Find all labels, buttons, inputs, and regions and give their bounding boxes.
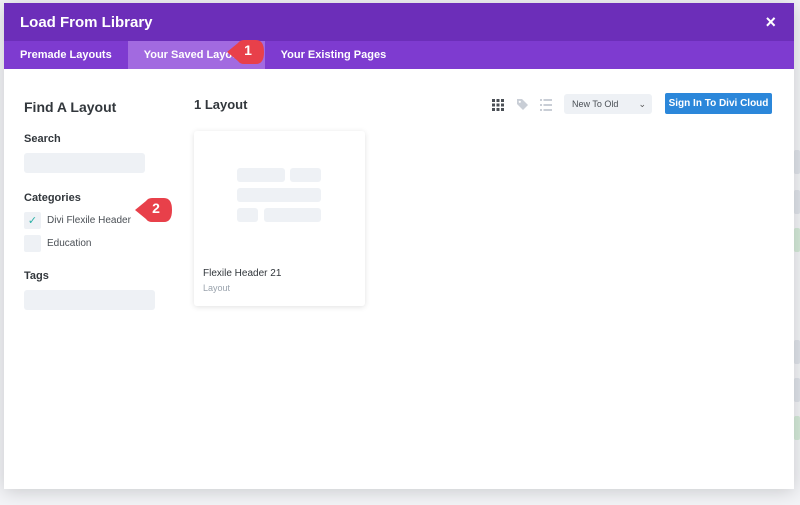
- tags-input[interactable]: [24, 290, 155, 310]
- search-label: Search: [24, 133, 61, 145]
- modal-title: Load From Library: [20, 13, 153, 31]
- sign-in-divi-cloud-button[interactable]: Sign In To Divi Cloud: [665, 93, 772, 114]
- list-view-icon[interactable]: [540, 99, 552, 111]
- background-strip: [794, 228, 800, 252]
- callout-number: 1: [244, 42, 252, 58]
- background-strip: [794, 416, 800, 440]
- background-strip: [794, 150, 800, 174]
- tab-premade-layouts[interactable]: Premade Layouts: [4, 41, 128, 69]
- layout-thumbnail: [194, 131, 365, 256]
- modal-header: Load From Library ×: [4, 3, 794, 41]
- tags-label: Tags: [24, 270, 49, 282]
- close-icon[interactable]: ×: [765, 13, 776, 31]
- category-checkbox[interactable]: [24, 235, 41, 252]
- background-strip: [794, 378, 800, 402]
- layout-count: 1 Layout: [194, 97, 248, 112]
- checkmark-icon: ✓: [27, 215, 38, 227]
- background-strip: [794, 190, 800, 214]
- library-modal: Load From Library × Premade Layouts Your…: [4, 3, 794, 489]
- tab-your-existing-pages[interactable]: Your Existing Pages: [265, 41, 403, 69]
- callout-marker: 2: [132, 196, 172, 222]
- placeholder-block: [264, 208, 321, 222]
- callout-number: 2: [152, 200, 160, 216]
- tag-icon[interactable]: [516, 98, 529, 111]
- modal-body: Find A Layout Search Categories ✓ Divi F…: [4, 69, 794, 489]
- sort-select-value: New To Old: [572, 99, 619, 109]
- chevron-down-icon: ⌄: [638, 98, 646, 109]
- category-label: Education: [47, 238, 92, 249]
- sidebar-title: Find A Layout: [24, 99, 117, 115]
- placeholder-block: [237, 208, 258, 222]
- callout-marker: 1: [224, 38, 264, 64]
- category-item[interactable]: Education: [24, 235, 164, 252]
- layout-card-type: Layout: [203, 283, 231, 293]
- placeholder-block: [237, 188, 321, 202]
- placeholder-block: [237, 168, 285, 182]
- placeholder-block: [290, 168, 321, 182]
- search-input[interactable]: [24, 153, 145, 173]
- layout-card[interactable]: Flexile Header 21 Layout: [194, 131, 365, 306]
- grid-view-icon[interactable]: [492, 99, 504, 111]
- results-header: 1 Layout New To Old ⌄ Sign In To Divi Cl…: [194, 93, 774, 117]
- background-strip: [794, 340, 800, 364]
- category-label: Divi Flexile Header: [47, 215, 131, 226]
- layout-card-title: Flexile Header 21: [203, 268, 282, 279]
- category-checkbox[interactable]: ✓: [24, 212, 41, 229]
- sort-select[interactable]: New To Old ⌄: [564, 94, 652, 114]
- tab-bar: Premade Layouts Your Saved Layouts Your …: [4, 41, 794, 69]
